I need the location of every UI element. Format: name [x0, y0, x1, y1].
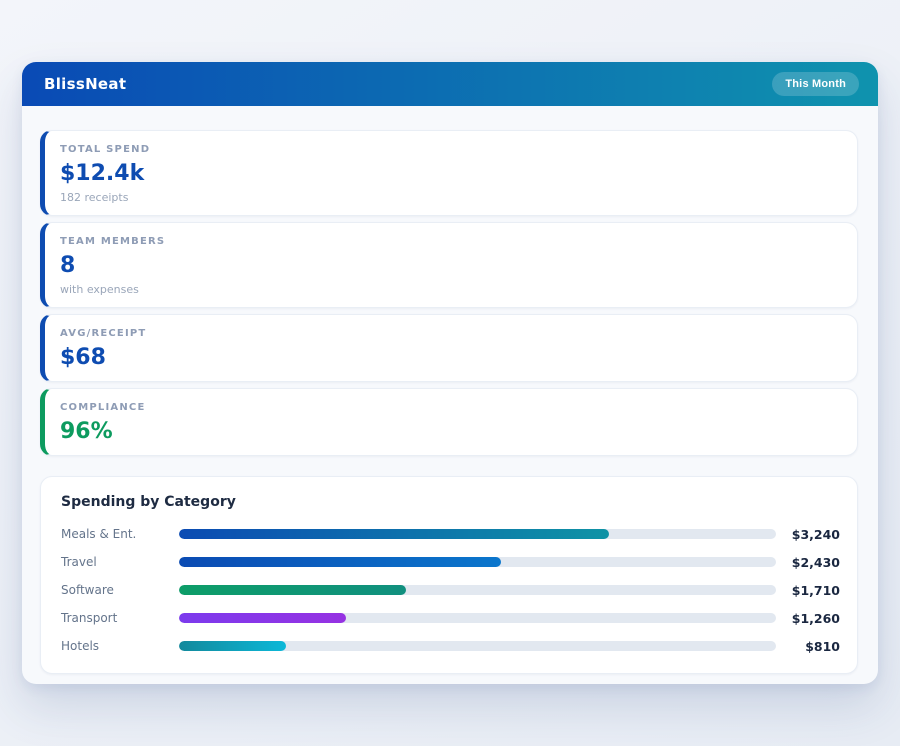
- stat-value: 8: [60, 253, 841, 278]
- period-badge[interactable]: This Month: [772, 72, 859, 96]
- stat-card-avg-receipt: AVG/RECEIPT $68: [40, 314, 858, 382]
- chart-bar-fill: [179, 585, 406, 595]
- stat-card-team-members: TEAM MEMBERS 8 with expenses: [40, 222, 858, 308]
- stat-card-compliance: COMPLIANCE 96%: [40, 388, 858, 456]
- chart-row: Meals & Ent. $3,240: [61, 527, 840, 541]
- category-value: $2,430: [776, 555, 840, 570]
- category-value: $810: [776, 639, 840, 654]
- stat-label: TEAM MEMBERS: [60, 236, 841, 247]
- stat-card-total-spend: TOTAL SPEND $12.4k 182 receipts: [40, 130, 858, 216]
- chart-bar-track: [179, 557, 776, 567]
- chart-bar-fill: [179, 613, 346, 623]
- chart-title: Spending by Category: [61, 494, 840, 510]
- stat-value: $12.4k: [60, 161, 841, 186]
- chart-bar-track: [179, 641, 776, 651]
- stat-subtext: 182 receipts: [60, 191, 841, 204]
- category-label: Travel: [61, 555, 179, 569]
- category-label: Software: [61, 583, 179, 597]
- chart-bar-fill: [179, 529, 609, 539]
- spending-chart-card: Spending by Category Meals & Ent. $3,240…: [40, 476, 858, 674]
- category-value: $3,240: [776, 527, 840, 542]
- chart-bar-fill: [179, 641, 286, 651]
- dashboard-card: BlissNeat This Month TOTAL SPEND $12.4k …: [22, 62, 878, 684]
- category-label: Transport: [61, 611, 179, 625]
- chart-bar-fill: [179, 557, 501, 567]
- chart-bar-track: [179, 613, 776, 623]
- chart-row: Travel $2,430: [61, 555, 840, 569]
- category-label: Meals & Ent.: [61, 527, 179, 541]
- category-value: $1,260: [776, 611, 840, 626]
- chart-row: Transport $1,260: [61, 611, 840, 625]
- chart-bar-track: [179, 585, 776, 595]
- app-header: BlissNeat This Month: [22, 62, 878, 106]
- stat-label: TOTAL SPEND: [60, 144, 841, 155]
- stat-value: $68: [60, 345, 841, 370]
- app-title: BlissNeat: [44, 75, 126, 93]
- stat-label: AVG/RECEIPT: [60, 328, 841, 339]
- stat-subtext: with expenses: [60, 283, 841, 296]
- category-value: $1,710: [776, 583, 840, 598]
- chart-row: Software $1,710: [61, 583, 840, 597]
- chart-bar-track: [179, 529, 776, 539]
- stats-section: TOTAL SPEND $12.4k 182 receipts TEAM MEM…: [22, 106, 878, 456]
- stat-value: 96%: [60, 419, 841, 444]
- chart-row: Hotels $810: [61, 639, 840, 653]
- stat-label: COMPLIANCE: [60, 402, 841, 413]
- category-label: Hotels: [61, 639, 179, 653]
